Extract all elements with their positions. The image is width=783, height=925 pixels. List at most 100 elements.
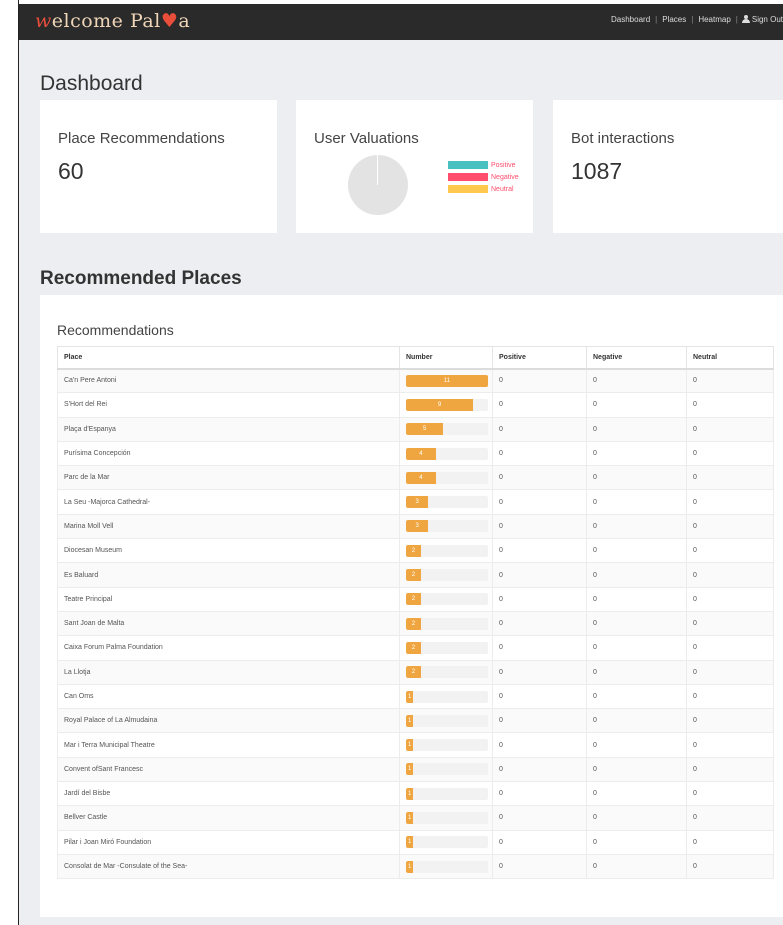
pie-divider (377, 155, 378, 185)
cell-positive: 0 (492, 781, 587, 807)
card-bot-interactions: Bot interactions 1087 (553, 100, 783, 233)
card-title: Place Recommendations (58, 130, 225, 147)
table-row[interactable]: Convent ofSant Francesc 1 0 0 0 (57, 756, 774, 783)
table-row[interactable]: Pilar i Joan Miró Foundation 1 0 0 0 (57, 829, 774, 855)
cell-negative: 0 (586, 829, 687, 855)
cell-negative: 0 (586, 781, 687, 807)
cell-neutral: 0 (686, 853, 774, 880)
cell-positive: 0 (492, 635, 587, 661)
cell-neutral: 0 (686, 465, 774, 491)
cell-number: 1 (399, 756, 493, 783)
table-row[interactable]: Consolat de Mar -Consulate of the Sea- 1 0… (57, 853, 774, 880)
progress-bar: 1 (406, 690, 488, 703)
progress-bar: 2 (406, 666, 488, 679)
table-row[interactable]: Purísima Concepción 4 0 0 0 (57, 440, 774, 467)
progress-bar: 2 (406, 544, 488, 557)
nav-dashboard[interactable]: Dashboard (606, 15, 655, 24)
progress-bar: 2 (406, 617, 488, 630)
legend-item-neutral[interactable]: Neutral (448, 183, 519, 195)
cell-negative: 0 (586, 683, 687, 710)
progress-bar-fill: 3 (406, 520, 429, 533)
cell-positive: 0 (492, 440, 587, 467)
legend-swatch (448, 161, 488, 169)
progress-bar-fill: 2 (406, 593, 421, 606)
cell-place: La Llotja (57, 659, 400, 685)
column-header-positive[interactable]: Positive (492, 346, 587, 370)
table-row[interactable]: Jardí del Bisbe 1 0 0 0 (57, 781, 774, 807)
cell-negative: 0 (586, 562, 687, 588)
cell-neutral: 0 (686, 416, 774, 442)
table-row[interactable]: Teatre Principal 2 0 0 0 (57, 586, 774, 612)
cell-place: Can Oms (57, 683, 400, 710)
cell-positive: 0 (492, 610, 587, 637)
table-row[interactable]: Plaça d'Espanya 5 0 0 0 (57, 416, 774, 442)
progress-bar-fill: 2 (406, 641, 421, 654)
table-row[interactable]: Diocesan Museum 2 0 0 0 (57, 538, 774, 564)
cell-number: 4 (399, 440, 493, 467)
cell-place: Sant Joan de Malta (57, 610, 400, 637)
cell-place: Purísima Concepción (57, 440, 400, 467)
cell-positive: 0 (492, 513, 587, 540)
nav-signout[interactable]: Sign Out (752, 15, 783, 24)
table-row[interactable]: Bellver Castle 1 0 0 0 (57, 805, 774, 831)
cell-number: 5 (399, 416, 493, 442)
progress-bar-fill: 4 (406, 447, 436, 460)
table-row[interactable]: S'Hort del Rei 9 0 0 0 (57, 392, 774, 418)
cell-place: Convent ofSant Francesc (57, 756, 400, 783)
column-header-neutral[interactable]: Neutral (686, 346, 774, 370)
cell-number: 1 (399, 853, 493, 880)
cell-positive: 0 (492, 392, 587, 418)
progress-bar: 1 (406, 787, 488, 800)
table-row[interactable]: Can Oms 1 0 0 0 (57, 683, 774, 710)
progress-bar: 3 (406, 496, 488, 509)
table-row[interactable]: Sant Joan de Malta 2 0 0 0 (57, 610, 774, 637)
card-title: Bot interactions (571, 130, 675, 147)
cell-number: 2 (399, 610, 493, 637)
progress-bar: 1 (406, 811, 488, 824)
column-header-number[interactable]: Number (399, 346, 493, 370)
table-row[interactable]: Caixa Forum Palma Foundation 2 0 0 0 (57, 635, 774, 661)
legend-swatch (448, 185, 488, 193)
cell-negative: 0 (586, 465, 687, 491)
cell-number: 2 (399, 586, 493, 612)
cell-place: Royal Palace of La Almudaina (57, 708, 400, 734)
nav-heatmap[interactable]: Heatmap (693, 15, 735, 24)
progress-bar: 1 (406, 739, 488, 752)
table-row[interactable]: Ca'n Pere Antoni 11 0 0 0 (57, 367, 774, 394)
cell-neutral: 0 (686, 659, 774, 685)
table-row[interactable]: Royal Palace of La Almudaina 1 0 0 0 (57, 708, 774, 734)
pie-legend: Positive Negative Neutral (448, 159, 519, 195)
progress-bar: 1 (406, 714, 488, 727)
column-header-place[interactable]: Place (57, 346, 400, 370)
table-row[interactable]: Mar i Terra Municipal Theatre 1 0 0 0 (57, 732, 774, 758)
cell-neutral: 0 (686, 538, 774, 564)
table-row[interactable]: La Llotja 2 0 0 0 (57, 659, 774, 685)
table-row[interactable]: Marina Moll Vell 3 0 0 0 (57, 513, 774, 540)
column-header-negative[interactable]: Negative (586, 346, 687, 370)
cell-neutral: 0 (686, 829, 774, 855)
progress-bar: 1 (406, 860, 488, 873)
cell-neutral: 0 (686, 683, 774, 710)
cell-positive: 0 (492, 538, 587, 564)
legend-item-negative[interactable]: Negative (448, 171, 519, 183)
table-row[interactable]: Es Baluard 2 0 0 0 (57, 562, 774, 588)
cell-neutral: 0 (686, 805, 774, 831)
cell-negative: 0 (586, 853, 687, 880)
cell-number: 2 (399, 562, 493, 588)
cell-negative: 0 (586, 756, 687, 783)
nav-places[interactable]: Places (657, 15, 691, 24)
cell-number: 9 (399, 392, 493, 418)
card-title: User Valuations (314, 130, 419, 147)
progress-bar-fill: 2 (406, 569, 421, 582)
cell-number: 1 (399, 732, 493, 758)
cell-number: 2 (399, 635, 493, 661)
cell-neutral: 0 (686, 635, 774, 661)
section-title: Recommended Places (40, 268, 242, 289)
cell-number: 1 (399, 805, 493, 831)
legend-item-positive[interactable]: Positive (448, 159, 519, 171)
brand-logo[interactable]: welcome Pal♥a (35, 10, 190, 32)
table-row[interactable]: La Seu -Majorca Cathedral- 3 0 0 0 (57, 489, 774, 515)
table-row[interactable]: Parc de la Mar 4 0 0 0 (57, 465, 774, 491)
legend-label: Neutral (491, 185, 514, 193)
cell-positive: 0 (492, 829, 587, 855)
